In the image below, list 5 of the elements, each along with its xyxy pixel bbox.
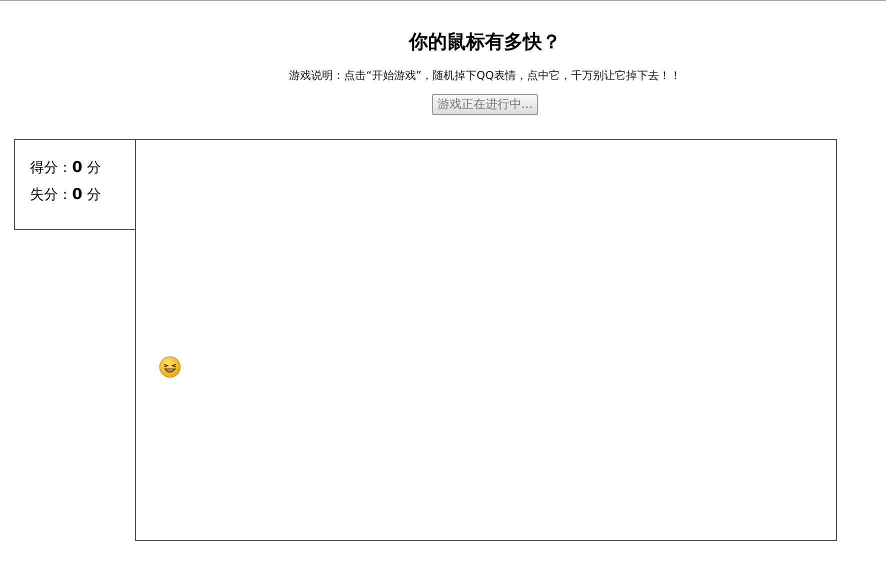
score-text: 得分：0 分 <box>30 157 102 178</box>
game-title: 你的鼠标有多快？ <box>409 30 561 55</box>
grinning-face-icon[interactable] <box>159 356 181 378</box>
miss-text: 失分：0 分 <box>30 184 102 205</box>
game-instructions: 游戏说明：点击“开始游戏”，随机掉下QQ表情，点中它，千万别让它掉下去！！ <box>289 68 681 84</box>
